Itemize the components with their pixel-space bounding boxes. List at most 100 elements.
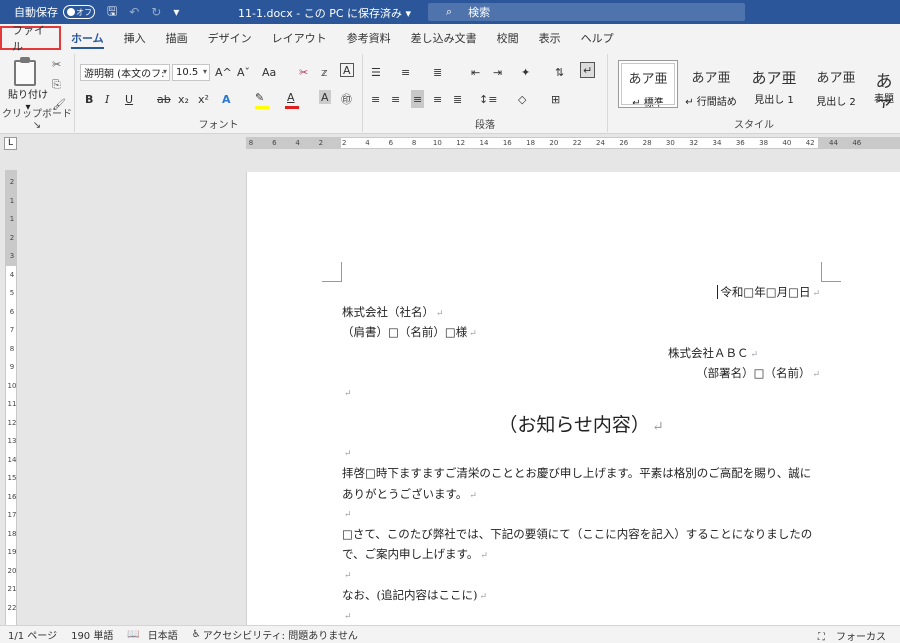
font-size-select[interactable]: 10.5 ▾ bbox=[172, 64, 210, 81]
chevron-down-icon: ▾ bbox=[405, 7, 412, 20]
highlight-icon[interactable]: ✎ bbox=[255, 88, 264, 106]
underline-button[interactable]: U bbox=[125, 90, 133, 108]
recipient-company[interactable]: 株式会社（社名） ↵ bbox=[342, 304, 444, 320]
cut-icon[interactable]: ✂ bbox=[52, 58, 61, 71]
sort-icon[interactable]: ⇅ bbox=[555, 63, 564, 81]
clear-formatting-icon[interactable]: ✂ bbox=[299, 63, 308, 81]
dialog-launcher-icon[interactable]: ↘ bbox=[33, 120, 41, 131]
paragraph-2-line-1[interactable]: □さて、このたび弊社では、下記の要領にて（ここに内容を記入）することになりました… bbox=[342, 526, 812, 542]
superscript-button[interactable]: x² bbox=[198, 90, 209, 108]
multilevel-list-icon[interactable]: ≣ bbox=[433, 63, 442, 81]
paragraph-1-line-2[interactable]: ありがとうございます。 ↵ bbox=[342, 486, 477, 502]
style-no-spacing[interactable]: あア亜 ↵ 行間詰め bbox=[680, 60, 742, 108]
empty-paragraph[interactable]: ↵ bbox=[342, 608, 352, 622]
tab-design[interactable]: デザイン bbox=[198, 24, 262, 52]
numbering-icon[interactable]: ≡ bbox=[401, 63, 410, 81]
paragraph-3-line-1[interactable]: なお、(追記内容はここに) ↵ bbox=[342, 587, 487, 603]
paste-icon[interactable] bbox=[14, 57, 36, 86]
ruler-tick-label: 42 bbox=[805, 139, 815, 147]
bullets-icon[interactable]: ☰ bbox=[371, 63, 381, 81]
save-icon[interactable]: 🖫 bbox=[107, 2, 117, 23]
undo-icon[interactable]: ↶ bbox=[129, 5, 139, 19]
margin-corner-mark bbox=[322, 262, 342, 282]
character-shading-icon[interactable]: A bbox=[319, 90, 331, 104]
italic-button[interactable]: I bbox=[105, 90, 109, 108]
tab-view[interactable]: 表示 bbox=[529, 24, 571, 52]
ruler-tick-label: 36 bbox=[735, 139, 745, 147]
tab-file[interactable]: ファイル bbox=[0, 24, 61, 53]
align-right-icon[interactable]: ≡ bbox=[433, 90, 442, 108]
style-title[interactable]: あア 表題 bbox=[868, 60, 900, 108]
tab-layout[interactable]: レイアウト bbox=[262, 24, 337, 52]
show-formatting-icon[interactable]: ↵ bbox=[580, 62, 596, 78]
decrease-indent-icon[interactable]: ⇤ bbox=[471, 63, 480, 81]
asian-layout-icon[interactable]: ✦ bbox=[521, 63, 530, 81]
accessibility-status[interactable]: アクセシビリティ: 問題ありません bbox=[203, 627, 358, 642]
align-justify-icon[interactable]: ≡ bbox=[411, 90, 425, 108]
horizontal-ruler[interactable]: 8 6 4 2 2 4 6 8 10 12 14 16 18 20 22 24 26 28 30 32 34 36 38 40… bbox=[246, 137, 900, 149]
recipient-person[interactable]: （肩書）□（名前）□様 ↵ bbox=[342, 324, 477, 340]
borders-icon[interactable]: ⊞ bbox=[551, 90, 560, 108]
document-page[interactable]: 令和□年□月□日 ↵ 株式会社（社名） ↵ （肩書）□（名前）□様 ↵ 株式会社ＡＢＣ… bbox=[246, 172, 900, 627]
style-normal[interactable]: あア亜 ↵ 標準 bbox=[618, 60, 678, 109]
grow-font-button[interactable]: A^ bbox=[215, 63, 232, 81]
empty-paragraph[interactable]: ↵ bbox=[342, 567, 352, 581]
paragraph-2-line-2[interactable]: で、ご案内申し上げます。 ↵ bbox=[342, 546, 488, 562]
ruler-tick-label: 15 bbox=[7, 474, 17, 482]
tab-home[interactable]: ホーム bbox=[61, 24, 114, 52]
date-line[interactable]: 令和□年□月□日 ↵ bbox=[717, 284, 820, 300]
ruler-tick-label: 5 bbox=[9, 289, 15, 297]
style-heading-1[interactable]: あア亜 見出し 1 bbox=[744, 60, 804, 108]
tab-draw[interactable]: 描画 bbox=[156, 24, 198, 52]
bold-button[interactable]: B bbox=[85, 90, 93, 108]
proofing-icon[interactable]: 📖 bbox=[127, 629, 139, 640]
customize-toolbar-icon[interactable]: ▾ bbox=[173, 5, 179, 19]
tab-references[interactable]: 参考資料 bbox=[337, 24, 401, 52]
autosave-control[interactable]: 自動保存 オフ bbox=[14, 4, 95, 20]
document-title[interactable]: 11-1.docx - この PC に保存済み ▾ bbox=[238, 5, 411, 21]
ruler-tick-label: 32 bbox=[689, 139, 699, 147]
distributed-icon[interactable]: ≣ bbox=[453, 90, 462, 108]
ruler-tick-label: 38 bbox=[759, 139, 769, 147]
subscript-button[interactable]: x₂ bbox=[178, 90, 189, 108]
empty-paragraph[interactable]: ↵ bbox=[342, 385, 352, 399]
ruler-tick-label: 4 bbox=[9, 270, 15, 279]
tab-insert[interactable]: 挿入 bbox=[114, 24, 156, 52]
align-left-icon[interactable]: ≡ bbox=[371, 90, 380, 108]
search-input[interactable]: ⌕ 検索 bbox=[428, 3, 745, 21]
change-case-button[interactable]: Aa bbox=[262, 63, 276, 81]
styles-group: あア亜 ↵ 標準 あア亜 ↵ 行間詰め あア亜 見出し 1 あア亜 見出し 2 … bbox=[608, 54, 900, 132]
vertical-ruler[interactable]: 2 1 1 2 3 4 5 6 7 8 9 10 11 12 13 14 15 16 17 18 19 20 21 22 bbox=[5, 170, 17, 625]
page-count[interactable]: 1/1 ページ bbox=[8, 627, 57, 642]
font-color-icon[interactable]: A bbox=[287, 88, 295, 106]
sender-person[interactable]: （部署名）□（名前） ↵ bbox=[696, 365, 820, 381]
tab-selector-icon[interactable]: L bbox=[4, 137, 17, 150]
phonetic-guide-icon[interactable]: 𝕫 bbox=[321, 63, 328, 81]
sender-company[interactable]: 株式会社ＡＢＣ ↵ bbox=[668, 345, 820, 361]
focus-button[interactable]: ⛶ フォーカス bbox=[810, 628, 886, 643]
copy-icon[interactable]: ⎘ bbox=[52, 78, 61, 92]
character-border-icon[interactable]: A bbox=[340, 63, 354, 77]
text-effects-icon[interactable]: A bbox=[222, 90, 231, 108]
margin-corner-mark bbox=[821, 262, 841, 282]
autosave-toggle[interactable]: オフ bbox=[63, 5, 95, 19]
line-spacing-icon[interactable]: ↕≡ bbox=[479, 90, 497, 108]
strikethrough-button[interactable]: ab bbox=[157, 90, 171, 108]
language-indicator[interactable]: 日本語 bbox=[148, 627, 178, 642]
style-heading-2[interactable]: あア亜 見出し 2 bbox=[806, 60, 866, 108]
paragraph-1-line-1[interactable]: 拝啓□時下ますますご清栄のこととお慶び申し上げます。平素は格別のご高配を賜り、誠… bbox=[342, 465, 811, 481]
word-count[interactable]: 190 単語 bbox=[71, 627, 113, 642]
align-center-icon[interactable]: ≡ bbox=[391, 90, 400, 108]
font-name-select[interactable]: 游明朝 (本文のフ: ▾ bbox=[80, 64, 170, 81]
shading-icon[interactable]: ◇ bbox=[518, 90, 526, 108]
tab-mailings[interactable]: 差し込み文書 bbox=[401, 24, 487, 52]
empty-paragraph[interactable]: ↵ bbox=[342, 506, 352, 520]
document-heading[interactable]: （お知らせ内容） ↵ bbox=[342, 410, 820, 437]
tab-review[interactable]: 校閲 bbox=[487, 24, 529, 52]
increase-indent-icon[interactable]: ⇥ bbox=[493, 63, 502, 81]
shrink-font-button[interactable]: Aˇ bbox=[237, 63, 250, 81]
empty-paragraph[interactable]: ↵ bbox=[342, 445, 352, 459]
tab-help[interactable]: ヘルプ bbox=[571, 24, 624, 52]
redo-icon[interactable]: ↻ bbox=[151, 5, 161, 19]
enclosed-character-icon[interactable]: ㊞ bbox=[341, 90, 352, 108]
